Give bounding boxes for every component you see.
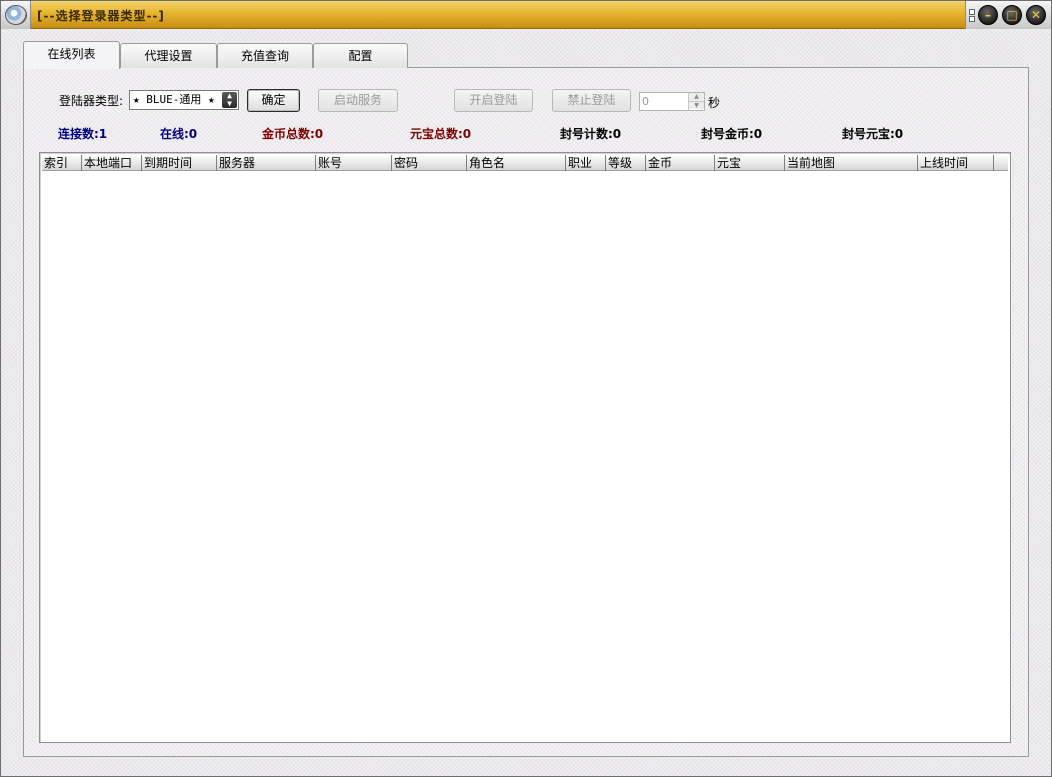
stat-online: 在线:0 xyxy=(160,127,198,141)
column-header-filler xyxy=(994,155,1008,171)
column-header-current-map[interactable]: 当前地图 xyxy=(785,155,918,171)
column-header-local-port[interactable]: 本地端口 xyxy=(82,155,142,171)
stat-ingot-total: 元宝总数:0 xyxy=(410,127,472,141)
enable-login-button[interactable]: 开启登陆 xyxy=(454,89,533,112)
window-controls: – □ ✕ xyxy=(965,1,1051,29)
stat-banned-ingot: 封号元宝:0 xyxy=(842,127,904,141)
start-service-button[interactable]: 启动服务 xyxy=(318,89,398,112)
column-header-character[interactable]: 角色名 xyxy=(467,155,566,171)
tab-online-list[interactable]: 在线列表 xyxy=(23,41,120,69)
launcher-type-value: ★ BLUE-通用 ★ xyxy=(133,93,215,106)
stat-banned-count: 封号计数:0 xyxy=(560,127,622,141)
online-list-table[interactable]: 索引 本地端口 到期时间 服务器 账号 密码 角色名 职业 等级 金币 元宝 当… xyxy=(39,152,1011,743)
tab-proxy-settings[interactable]: 代理设置 xyxy=(120,43,217,68)
close-button[interactable]: ✕ xyxy=(1026,5,1046,25)
column-header-class[interactable]: 职业 xyxy=(566,155,606,171)
app-icon-box[interactable] xyxy=(1,1,31,29)
launcher-type-select[interactable]: ★ BLUE-通用 ★ ▲ ▼ xyxy=(129,90,239,110)
close-icon: ✕ xyxy=(1030,8,1042,22)
column-header-gold[interactable]: 金币 xyxy=(646,155,715,171)
table-header: 索引 本地端口 到期时间 服务器 账号 密码 角色名 职业 等级 金币 元宝 当… xyxy=(42,155,1008,171)
stat-connections: 连接数:1 xyxy=(58,127,108,141)
minimize-button[interactable]: – xyxy=(978,5,998,25)
chevron-down-icon[interactable]: ▼ xyxy=(689,101,704,109)
title-bar[interactable]: [--选择登录器类型--] – □ ✕ xyxy=(1,1,1051,29)
tab-recharge-query[interactable]: 充值查询 xyxy=(217,43,313,68)
column-header-level[interactable]: 等级 xyxy=(606,155,646,171)
tab-config[interactable]: 配置 xyxy=(313,43,408,68)
main-window: [--选择登录器类型--] – □ ✕ 在线列表 代理设置 充值查询 配置 登陆… xyxy=(0,0,1052,777)
maximize-button[interactable]: □ xyxy=(1002,5,1022,25)
column-header-password[interactable]: 密码 xyxy=(392,155,467,171)
app-icon xyxy=(5,5,27,25)
window-title: [--选择登录器类型--] xyxy=(37,9,165,23)
stat-gold-total: 金币总数:0 xyxy=(262,127,324,141)
confirm-button[interactable]: 确定 xyxy=(247,89,300,112)
column-header-index[interactable]: 索引 xyxy=(42,155,82,171)
seconds-value: 0 xyxy=(642,95,649,108)
stepper-arrows[interactable]: ▲ ▼ xyxy=(688,93,704,110)
launcher-type-label: 登陆器类型: xyxy=(59,94,124,108)
column-header-ingot[interactable]: 元宝 xyxy=(715,155,785,171)
column-header-server[interactable]: 服务器 xyxy=(217,155,316,171)
disable-login-button[interactable]: 禁止登陆 xyxy=(552,89,631,112)
stat-banned-gold: 封号金币:0 xyxy=(701,127,763,141)
column-header-account[interactable]: 账号 xyxy=(316,155,392,171)
seconds-stepper[interactable]: 0 ▲ ▼ xyxy=(639,92,705,111)
chevron-up-icon[interactable]: ▲ xyxy=(689,93,704,101)
column-header-expire-time[interactable]: 到期时间 xyxy=(142,155,217,171)
column-header-online-time[interactable]: 上线时间 xyxy=(918,155,994,171)
grip-icon xyxy=(969,9,975,22)
chevron-updown-icon[interactable]: ▲ ▼ xyxy=(222,92,237,108)
maximize-icon: □ xyxy=(1006,8,1018,22)
minimize-icon: – xyxy=(985,8,991,22)
seconds-unit-label: 秒 xyxy=(708,96,721,110)
